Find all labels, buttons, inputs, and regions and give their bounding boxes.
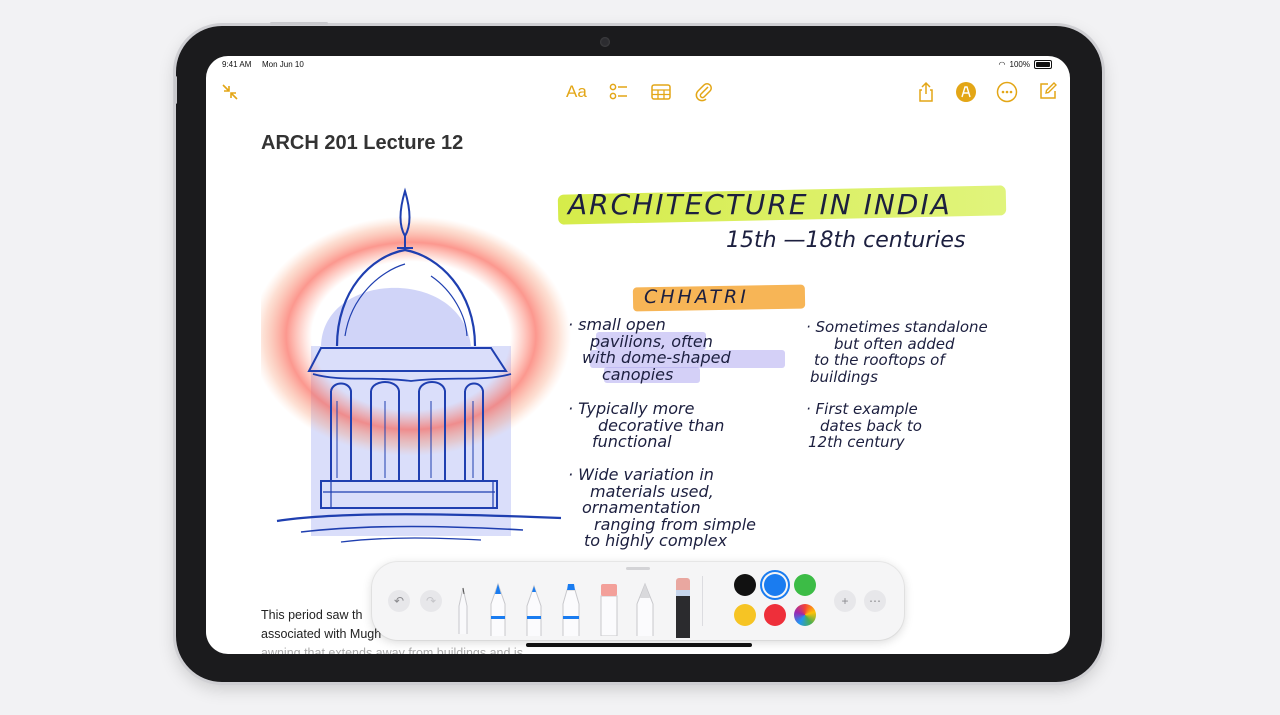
bullet-line: functional <box>592 432 672 451</box>
note-subheading: 15th —18th centuries <box>726 228 966 253</box>
tool-palette: ↶ ↷ + ⋯ <box>372 562 904 640</box>
watercolor-tool[interactable] <box>672 570 694 638</box>
color-picker-multicolor[interactable] <box>794 604 816 626</box>
format-button[interactable]: Aa <box>566 82 587 102</box>
bullet-line: to the rooftops of <box>814 351 945 369</box>
bullet-line: · First example <box>806 400 918 418</box>
section-title: CHHATRI <box>644 286 749 308</box>
more-options-icon[interactable] <box>996 81 1018 103</box>
add-tool-button[interactable]: + <box>834 590 856 612</box>
checklist-icon[interactable] <box>609 83 629 101</box>
bullet-decorative: · Typically more decorative than functio… <box>568 400 724 451</box>
status-time: 9:41 AM <box>222 60 252 69</box>
pencil-tool[interactable] <box>634 580 656 636</box>
bullet-line: to highly complex <box>584 531 728 550</box>
palette-divider <box>702 576 703 626</box>
screen: 9:41 AM Mon Jun 10 ◠ 100% Aa ARCH 201 Le… <box>206 56 1070 654</box>
top-button <box>270 22 328 25</box>
chhatri-sketch <box>261 187 571 543</box>
paperclip-icon[interactable] <box>695 82 713 102</box>
status-bar: 9:41 AM Mon Jun 10 ◠ 100% <box>206 60 1070 74</box>
bullet-line: buildings <box>810 367 878 386</box>
volume-button <box>174 76 177 104</box>
eraser-tool[interactable] <box>598 576 620 636</box>
note-heading: ARCHITECTURE IN INDIA <box>568 188 952 221</box>
bullet-line: dates back to <box>820 416 922 435</box>
undo-button[interactable]: ↶ <box>388 590 410 612</box>
color-swatch-yellow[interactable] <box>734 604 756 626</box>
front-camera <box>600 37 610 47</box>
palette-more-button[interactable]: ⋯ <box>864 590 886 612</box>
share-icon[interactable] <box>917 81 935 103</box>
marker-tool[interactable] <box>560 580 582 636</box>
palette-grabber[interactable] <box>626 567 650 570</box>
collapse-icon[interactable] <box>221 83 239 101</box>
pen-tool[interactable] <box>488 580 508 636</box>
note-title: ARCH 201 Lecture 12 <box>261 132 464 154</box>
bullet-first-example: · First example dates back to 12th centu… <box>806 401 922 451</box>
table-icon[interactable] <box>651 84 671 100</box>
color-swatch-red[interactable] <box>764 604 786 626</box>
status-date: Mon Jun 10 <box>262 60 304 69</box>
bullet-line: but often added <box>834 334 955 353</box>
compose-icon[interactable] <box>1038 81 1058 101</box>
color-swatch-green[interactable] <box>794 574 816 596</box>
bullet-line: canopies <box>602 364 674 384</box>
monoline-tool[interactable] <box>524 580 544 636</box>
home-indicator[interactable] <box>526 643 752 647</box>
redo-button[interactable]: ↷ <box>420 590 442 612</box>
markup-pen-icon[interactable] <box>955 81 977 103</box>
wifi-icon: ◠ <box>998 60 1006 69</box>
bullet-standalone: · Sometimes standalone but often added t… <box>806 319 988 385</box>
bullet-small-open: · small open pavilions, often with dome-… <box>568 316 731 384</box>
lasso-tool[interactable] <box>456 584 470 634</box>
bullet-line: 12th century <box>808 433 905 451</box>
color-swatch-blue[interactable] <box>764 574 786 596</box>
battery-icon <box>1034 60 1052 69</box>
color-swatch-black[interactable] <box>734 574 756 596</box>
bullet-line: · Sometimes standalone <box>806 318 988 336</box>
battery-percent: 100% <box>1009 60 1030 69</box>
bullet-variation: · Wide variation in materials used, orna… <box>568 466 756 550</box>
